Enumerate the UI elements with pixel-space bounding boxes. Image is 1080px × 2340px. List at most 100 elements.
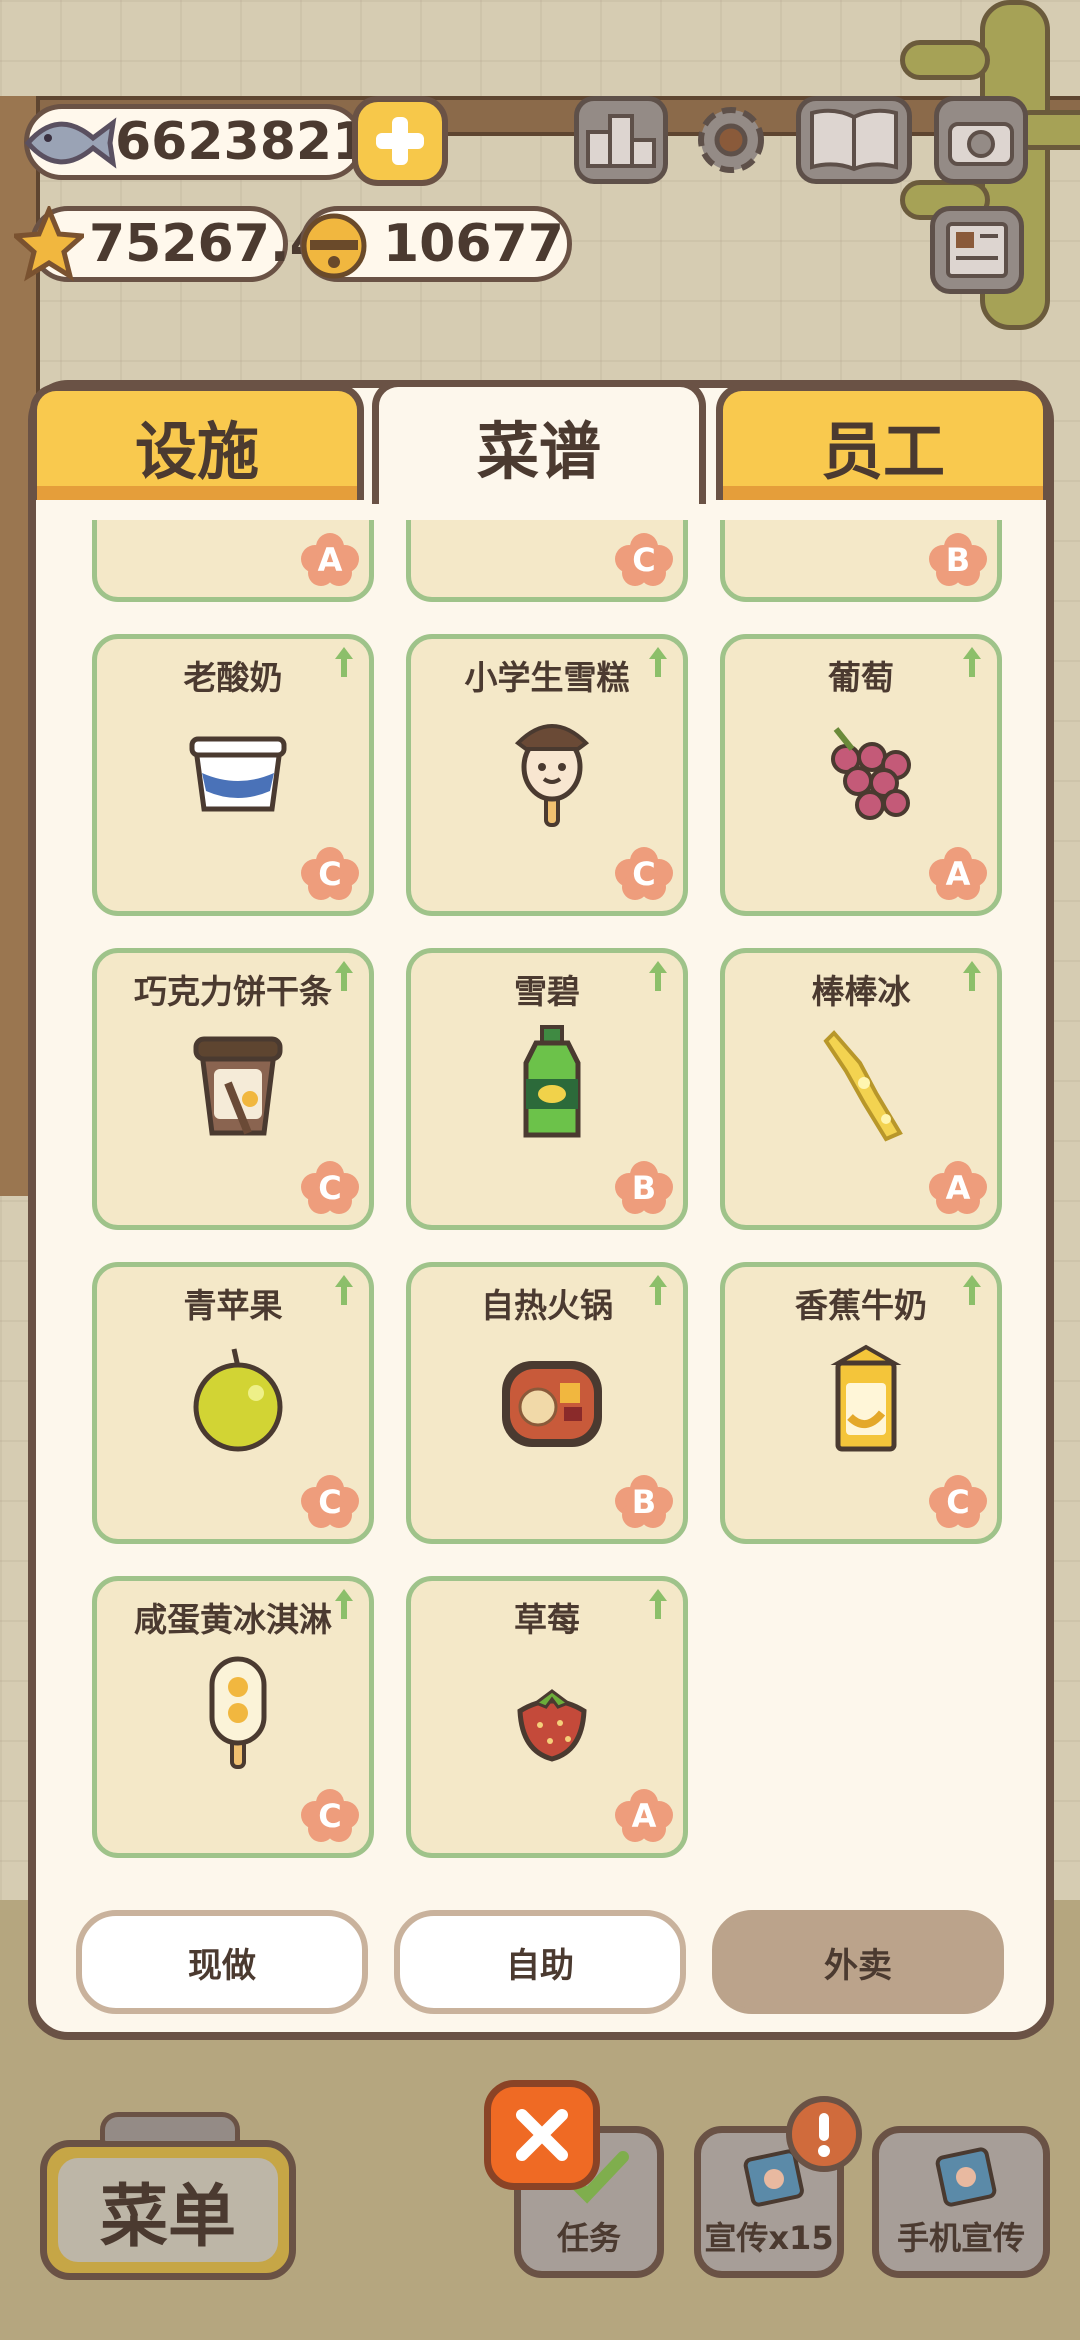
recipe-card-partial[interactable]: A — [92, 520, 374, 602]
grade-badge: A — [615, 1789, 673, 1843]
grade-letter: C — [632, 541, 656, 579]
leaderboard-button[interactable] — [574, 96, 668, 184]
recipe-name: 老酸奶 — [183, 658, 283, 697]
recipe-card[interactable]: 葡萄 A — [720, 634, 1002, 916]
recipe-name: 葡萄 — [828, 658, 894, 697]
mode-made-to-order-button[interactable]: 现做 — [76, 1910, 368, 2014]
soda-bottle-icon — [502, 1023, 602, 1143]
grade-badge: C — [301, 847, 359, 901]
phone-promote-label: 手机宣传 — [896, 2219, 1025, 2257]
grade-letter: C — [318, 1483, 342, 1521]
grade-letter: B — [945, 541, 971, 579]
menu-label: 菜单 — [99, 2177, 236, 2257]
recipe-name: 草莓 — [514, 1600, 580, 1639]
alert-badge — [786, 2096, 862, 2172]
upgrade-arrow-icon — [961, 959, 983, 993]
grade-letter: A — [945, 855, 971, 893]
tab-facilities[interactable]: 设施 — [30, 384, 364, 500]
grade-badge: C — [301, 1161, 359, 1215]
chocolate-sticks-icon — [188, 1023, 288, 1143]
ice-pop-icon — [816, 1023, 916, 1143]
grade-letter: C — [318, 1797, 342, 1835]
upgrade-arrow-icon — [333, 645, 355, 679]
plus-icon — [376, 117, 424, 165]
podium-icon — [586, 114, 656, 168]
mode-self-service-button[interactable]: 自助 — [394, 1910, 686, 2014]
strawberry-icon — [502, 1651, 602, 1771]
upgrade-arrow-icon — [333, 1587, 355, 1621]
tab-staff[interactable]: 员工 — [716, 384, 1050, 500]
fish-icon — [18, 98, 118, 188]
mode-label: 外卖 — [824, 1945, 892, 1986]
settings-button[interactable] — [684, 96, 778, 184]
recipe-name: 青苹果 — [183, 1286, 283, 1325]
egg-yolk-ice-cream-icon — [188, 1651, 288, 1771]
green-apple-icon — [188, 1337, 288, 1457]
recipe-card[interactable]: 雪碧 B — [406, 948, 688, 1230]
recipe-card[interactable]: 香蕉牛奶 C — [720, 1262, 1002, 1544]
recipe-name: 自热火锅 — [481, 1286, 613, 1325]
gear-icon — [698, 107, 764, 173]
camera-button[interactable] — [934, 96, 1028, 184]
grade-letter: B — [631, 1169, 657, 1207]
newspaper-icon — [946, 222, 1008, 278]
recipe-book-button[interactable] — [796, 96, 912, 184]
grade-letter: C — [318, 855, 342, 893]
star-count: 75267.4 — [89, 214, 326, 274]
yogurt-icon — [188, 709, 288, 829]
upgrade-arrow-icon — [961, 645, 983, 679]
exclamation-icon — [818, 2113, 830, 2157]
grade-letter: C — [946, 1483, 970, 1521]
upgrade-arrow-icon — [647, 959, 669, 993]
grade-letter: C — [318, 1169, 342, 1207]
bell-icon — [296, 206, 376, 282]
mode-label: 现做 — [188, 1945, 256, 1986]
recipe-card[interactable]: 小学生雪糕 C — [406, 634, 688, 916]
grade-letter: B — [631, 1483, 657, 1521]
recipe-card[interactable]: 巧克力饼干条 C — [92, 948, 374, 1230]
grade-letter: A — [945, 1169, 971, 1207]
grade-badge: A — [301, 533, 359, 587]
mode-takeout-button[interactable]: 外卖 — [712, 1910, 1004, 2014]
recipe-card[interactable]: 咸蛋黄冰淇淋 C — [92, 1576, 374, 1858]
close-icon — [516, 2109, 568, 2161]
grade-badge: B — [929, 533, 987, 587]
recipe-name: 香蕉牛奶 — [795, 1286, 927, 1325]
grade-letter: A — [631, 1797, 657, 1835]
upgrade-arrow-icon — [961, 1273, 983, 1307]
grade-badge: C — [615, 847, 673, 901]
grade-badge: C — [301, 1475, 359, 1529]
recipe-card[interactable]: 老酸奶 C — [92, 634, 374, 916]
recipe-card[interactable]: 自热火锅 B — [406, 1262, 688, 1544]
grade-badge: C — [929, 1475, 987, 1529]
recipe-name: 巧克力饼干条 — [134, 972, 332, 1011]
recipe-card-partial[interactable]: B — [720, 520, 1002, 602]
newspaper-button[interactable] — [930, 206, 1024, 294]
camera-icon — [948, 122, 1014, 166]
recipe-card[interactable]: 草莓 A — [406, 1576, 688, 1858]
phone-promote-button[interactable]: 手机宣传 — [872, 2126, 1050, 2278]
grade-badge: A — [929, 847, 987, 901]
menu-button[interactable]: 菜单 — [40, 2140, 296, 2280]
recipe-card[interactable]: 青苹果 C — [92, 1262, 374, 1544]
recipe-card-partial[interactable]: C — [406, 520, 688, 602]
add-currency-button[interactable] — [352, 96, 448, 186]
recipe-name: 棒棒冰 — [811, 972, 911, 1011]
upgrade-arrow-icon — [333, 1273, 355, 1307]
close-button[interactable] — [484, 2080, 600, 2190]
grade-letter: C — [632, 855, 656, 893]
phone-flyer-icon — [935, 2147, 997, 2207]
recipe-name: 小学生雪糕 — [464, 658, 630, 697]
tab-label: 设施 — [134, 414, 259, 488]
upgrade-arrow-icon — [647, 1273, 669, 1307]
grapes-icon — [816, 709, 916, 829]
banana-milk-icon — [816, 1337, 916, 1457]
hotpot-icon — [502, 1337, 602, 1457]
recipe-card[interactable]: 棒棒冰 A — [720, 948, 1002, 1230]
grade-badge: C — [615, 533, 673, 587]
grade-badge: A — [929, 1161, 987, 1215]
tab-recipes[interactable]: 菜谱 — [372, 380, 706, 504]
tab-label: 菜谱 — [476, 414, 601, 488]
recipe-grid: A C B 老酸奶 C 小学生雪糕 C 葡萄 A 巧克力饼干条 C 雪碧 B 棒棒冰 A 青苹果 C 自热火锅 B 香… — [36, 520, 1046, 1860]
clipboard-clip — [100, 2112, 240, 2146]
